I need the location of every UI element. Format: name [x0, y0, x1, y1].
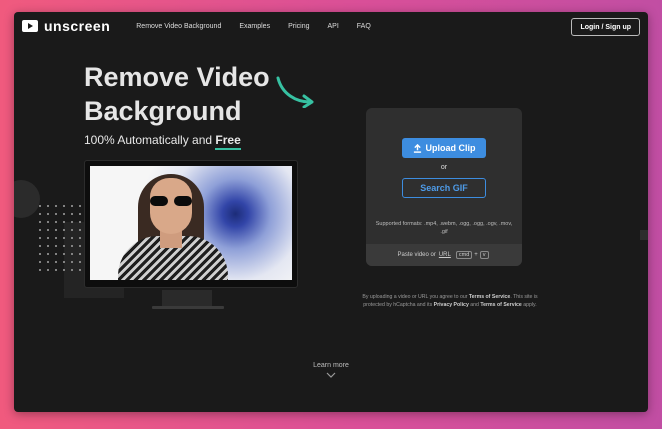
sunglasses — [150, 196, 194, 206]
upload-icon — [413, 143, 421, 153]
nav-links: Remove Video Background Examples Pricing… — [136, 23, 371, 30]
hero-title: Remove Video Background — [84, 60, 270, 128]
demo-monitor — [84, 160, 298, 288]
plus-sign: + — [474, 252, 478, 258]
nav-link-api[interactable]: API — [327, 23, 338, 30]
nav-link-remove-background[interactable]: Remove Video Background — [136, 23, 221, 30]
supported-formats: Supported formats: .mp4, .webm, .ogg, .o… — [375, 221, 513, 235]
demo-video-preview — [90, 166, 292, 280]
privacy-policy-link[interactable]: Privacy Policy — [434, 302, 469, 308]
monitor-base — [152, 306, 224, 309]
browser-window: unscreen Remove Video Background Example… — [14, 12, 648, 412]
paste-url-link[interactable]: URL — [439, 252, 451, 258]
subtitle-text: 100% Automatically and — [84, 133, 216, 147]
hero-subtitle: 100% Automatically and Free — [84, 133, 241, 150]
hero-title-line-1: Remove Video — [84, 62, 270, 92]
nav-link-pricing[interactable]: Pricing — [288, 23, 309, 30]
cmd-key: cmd — [455, 251, 473, 259]
upload-clip-label: Upload Clip — [425, 143, 476, 153]
curved-arrow-icon — [276, 76, 314, 108]
decorative-rect — [640, 230, 648, 240]
upload-card: Upload Clip or Search GIF Supported form… — [366, 108, 522, 266]
top-navigation: unscreen Remove Video Background Example… — [14, 12, 648, 40]
v-key: v — [479, 251, 489, 259]
terms-text-1: By uploading a video or URL you agree to… — [362, 294, 469, 300]
play-icon — [22, 20, 38, 32]
paste-label: Paste video or — [397, 252, 436, 258]
subtitle-free: Free — [215, 133, 241, 150]
terms-of-service-link[interactable]: Terms of Service — [469, 294, 510, 300]
terms-text-4: apply. — [521, 301, 537, 308]
decorative-dot-grid — [36, 202, 82, 272]
terms-of-service-link-2[interactable]: Terms of Service — [480, 302, 521, 308]
or-separator: or — [440, 164, 448, 171]
login-signup-button[interactable]: Login / Sign up — [571, 18, 640, 36]
brand-logo[interactable]: unscreen — [22, 18, 110, 34]
brand-name: unscreen — [44, 18, 111, 34]
nav-link-examples[interactable]: Examples — [239, 23, 270, 30]
hero-title-line-2: Background — [84, 96, 242, 126]
learn-more-link[interactable]: Learn more — [14, 362, 648, 369]
paste-url-bar[interactable]: Paste video or URL cmd + v — [366, 244, 522, 266]
monitor-stand — [162, 290, 212, 306]
person-face — [150, 178, 192, 234]
terms-notice: By uploading a video or URL you agree to… — [362, 294, 538, 309]
chevron-down-icon[interactable] — [326, 372, 336, 378]
nav-link-faq[interactable]: FAQ — [357, 23, 371, 30]
search-gif-button[interactable]: Search GIF — [402, 178, 486, 198]
terms-text-3: and — [468, 301, 481, 308]
upload-clip-button[interactable]: Upload Clip — [402, 138, 486, 158]
